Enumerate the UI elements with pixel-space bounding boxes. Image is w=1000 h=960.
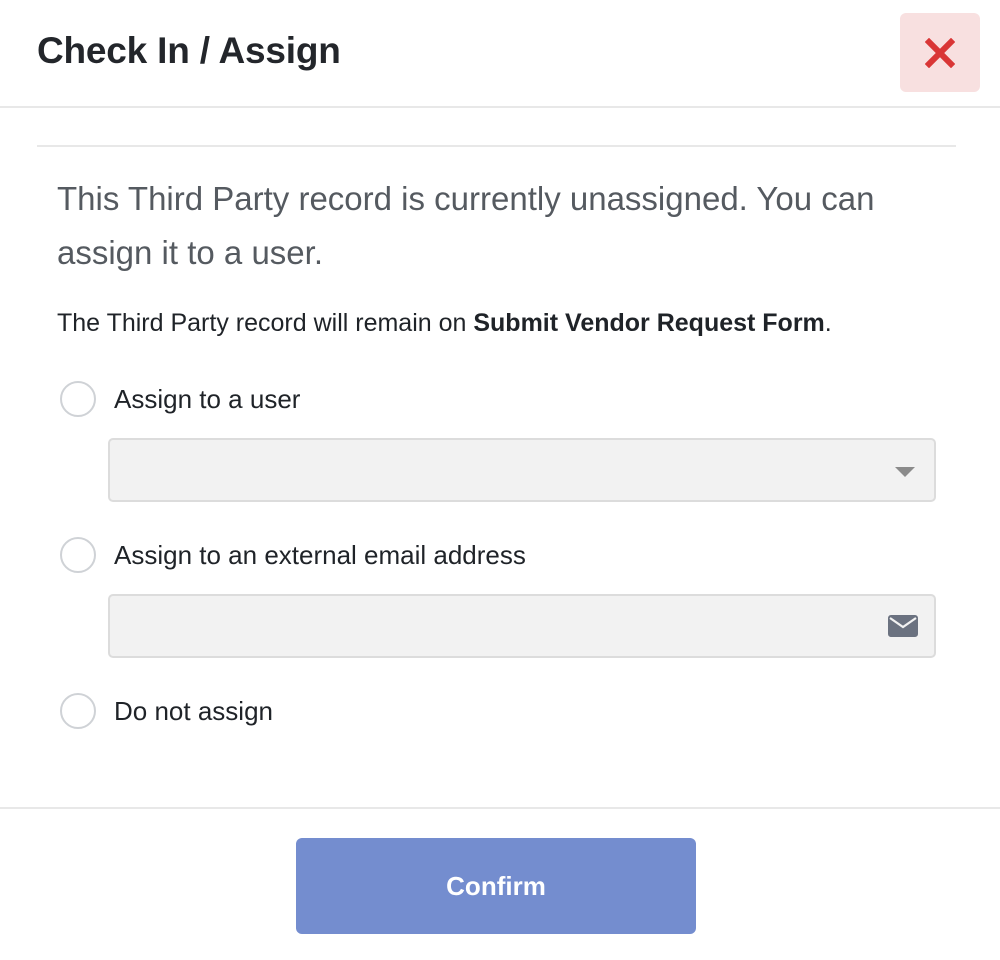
unassigned-message: This Third Party record is currently una… [57,180,875,271]
content-divider [37,145,956,147]
assign-user-label: Assign to a user [114,383,301,414]
do-not-assign-label: Do not assign [114,695,273,726]
check-in-assign-dialog: Check In / Assign This Third Party recor… [0,0,1000,960]
footer-divider [0,807,1000,809]
assign-email-radio[interactable] [60,537,96,573]
chevron-down-icon[interactable] [895,467,915,477]
assign-email-label: Assign to an external email address [114,539,526,570]
confirm-button[interactable]: Confirm [296,838,696,934]
do-not-assign-radio[interactable] [60,693,96,729]
option-assign-user[interactable]: Assign to a user [60,381,300,417]
assign-user-radio[interactable] [60,381,96,417]
option-assign-email[interactable]: Assign to an external email address [60,537,526,573]
stage-name: Submit Vendor Request Form [473,309,825,337]
stage-note: The Third Party record will remain on Su… [57,309,832,338]
dialog-title: Check In / Assign [37,30,341,71]
dialog-header: Check In / Assign [0,0,1000,108]
envelope-icon [888,615,918,637]
user-select[interactable] [108,438,936,502]
email-input[interactable] [110,596,934,656]
user-select-input[interactable] [110,440,934,500]
stage-note-suffix: . [824,309,832,337]
close-x-icon [925,37,955,68]
stage-note-prefix: The Third Party record will remain on [57,309,474,337]
close-button[interactable] [900,13,980,92]
email-field[interactable] [108,594,936,658]
option-do-not-assign[interactable]: Do not assign [60,693,273,729]
